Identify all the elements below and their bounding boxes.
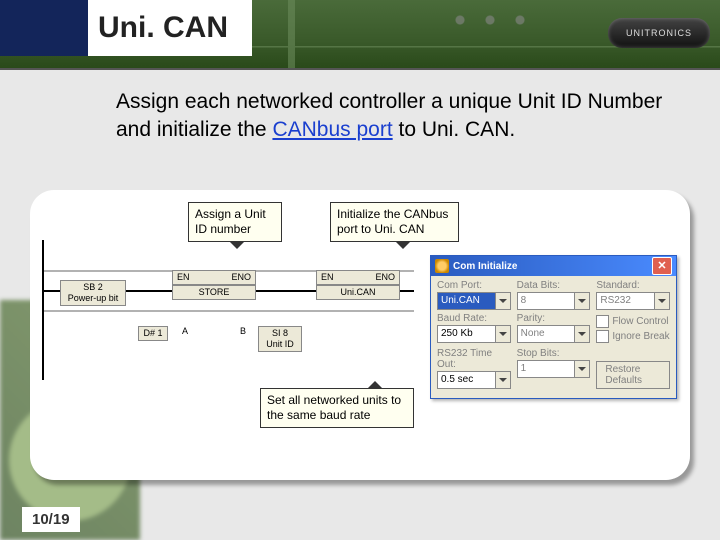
ladder-si8: SI 8 Unit ID	[258, 326, 302, 352]
dialog-icon	[435, 259, 449, 273]
chevron-down-icon[interactable]	[495, 372, 510, 388]
title-accent	[0, 0, 88, 56]
field-rstimeout[interactable]: 0.5 sec	[437, 371, 511, 389]
dialog-titlebar: Com Initialize ✕	[431, 256, 676, 276]
ladder-powerup: SB 2 Power-up bit	[60, 280, 126, 306]
brand-logo: UNITRONICS	[608, 18, 710, 48]
label-databits: Data Bits:	[517, 280, 591, 291]
screenshot-figure: Assign a Unit ID number Initialize the C…	[30, 190, 690, 480]
canbus-link[interactable]: CANbus port	[272, 118, 392, 141]
label-baudrate: Baud Rate:	[437, 313, 511, 324]
ladder-unican: Uni.CAN	[316, 285, 400, 300]
callout-assign: Assign a Unit ID number	[188, 202, 282, 242]
dialog-title-text: Com Initialize	[453, 261, 517, 272]
ladder-diagram: SB 2 Power-up bit EN ENO STORE D# 1 A B …	[42, 240, 412, 380]
body-post: to Uni. CAN.	[393, 118, 516, 141]
field-baudrate[interactable]: 250 Kb	[437, 325, 511, 343]
checkbox-ignore: Ignore Break	[596, 330, 670, 343]
ladder-store: STORE	[172, 285, 256, 300]
title-bar: Uni. CAN	[0, 0, 252, 56]
field-standard: RS232	[596, 292, 670, 310]
restore-defaults-button[interactable]: Restore Defaults	[596, 361, 670, 389]
callout-baud: Set all networked units to the same baud…	[260, 388, 414, 428]
label-stopbits: Stop Bits:	[517, 348, 591, 359]
ladder-en-2: EN	[321, 272, 334, 283]
close-icon[interactable]: ✕	[652, 257, 672, 275]
com-init-dialog: Com Initialize ✕ Com Port: Uni.CAN Data …	[430, 255, 677, 399]
field-parity: None	[517, 325, 591, 343]
ladder-eno-1: ENO	[231, 272, 251, 283]
ladder-eno-2: ENO	[375, 272, 395, 283]
label-standard: Standard:	[596, 280, 670, 291]
label-parity: Parity:	[517, 313, 591, 324]
field-databits: 8	[517, 292, 591, 310]
label-comport: Com Port:	[437, 280, 511, 291]
chevron-down-icon[interactable]	[495, 293, 510, 309]
chevron-down-icon[interactable]	[495, 326, 510, 342]
slide-title: Uni. CAN	[88, 0, 252, 56]
label-rstimeout: RS232 Time Out:	[437, 348, 511, 370]
ladder-b: B	[240, 326, 246, 336]
ladder-en-1: EN	[177, 272, 190, 283]
ladder-d1: D# 1	[138, 326, 168, 341]
callout-init: Initialize the CANbus port to Uni. CAN	[330, 202, 459, 242]
ladder-a: A	[182, 326, 188, 336]
field-comport[interactable]: Uni.CAN	[437, 292, 511, 310]
page-number: 10/19	[22, 507, 80, 532]
field-stopbits: 1	[517, 360, 591, 378]
checkbox-flow: Flow Control	[596, 315, 670, 328]
body-text: Assign each networked controller a uniqu…	[116, 88, 690, 145]
